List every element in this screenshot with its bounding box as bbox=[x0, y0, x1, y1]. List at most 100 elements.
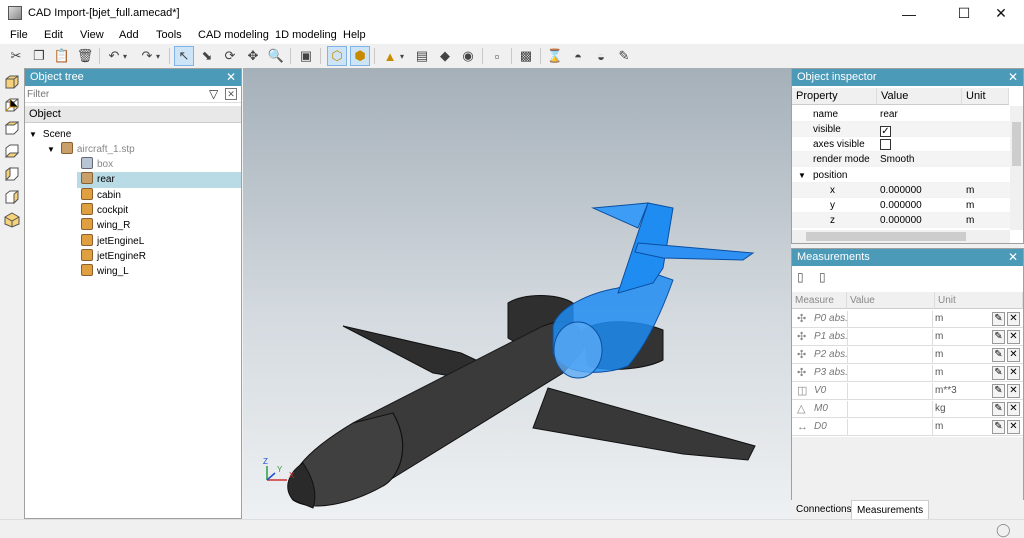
solid-mode-icon[interactable]: ⬡ bbox=[327, 46, 347, 66]
paste-icon[interactable]: 📋 bbox=[52, 46, 72, 66]
tree-item-jet-engine-l[interactable]: jetEngineL bbox=[77, 234, 241, 250]
edit-icon[interactable]: ✎ bbox=[992, 312, 1005, 326]
part-group-icon[interactable]: ◓ bbox=[568, 46, 588, 66]
select-arrow-icon[interactable]: ↖ bbox=[174, 46, 194, 66]
view-left-icon[interactable] bbox=[4, 166, 20, 182]
undo-dropdown-icon[interactable]: ▾ bbox=[120, 46, 130, 66]
menu-help[interactable]: Help bbox=[343, 29, 366, 41]
menu-cad-modeling[interactable]: CAD modeling bbox=[198, 29, 269, 41]
tree-item-cabin[interactable]: cabin bbox=[77, 188, 241, 204]
generate-model-icon[interactable]: ✎ bbox=[614, 46, 634, 66]
prop-value[interactable]: 0.000000 bbox=[880, 198, 922, 213]
delete-icon[interactable]: ✕ bbox=[1007, 420, 1020, 434]
tree-item-box[interactable]: box bbox=[77, 157, 241, 173]
tree-item-rear[interactable]: rear bbox=[77, 172, 241, 188]
rotate-view-icon[interactable]: ⟳ bbox=[220, 46, 240, 66]
edit-icon[interactable]: ✎ bbox=[992, 366, 1005, 380]
redo-dropdown-icon[interactable]: ▾ bbox=[153, 46, 163, 66]
edit-icon[interactable]: ✎ bbox=[992, 384, 1005, 398]
prop-row-y[interactable]: y 0.000000 m bbox=[792, 198, 1010, 213]
delete-icon[interactable]: ✕ bbox=[1007, 384, 1020, 398]
visible-checkbox[interactable]: ✓ bbox=[880, 126, 891, 137]
prop-row-visible[interactable]: visible ✓ bbox=[792, 122, 1010, 137]
measure-value[interactable] bbox=[847, 311, 933, 327]
measure-value[interactable] bbox=[847, 365, 933, 381]
close-icon[interactable]: ✕ bbox=[1008, 249, 1018, 266]
menu-view[interactable]: View bbox=[80, 29, 104, 41]
collapse-icon[interactable]: ▼ bbox=[798, 168, 806, 183]
tree-item-jet-engine-r[interactable]: jetEngineR bbox=[77, 249, 241, 265]
view-iso-icon[interactable] bbox=[4, 212, 20, 228]
edit-icon[interactable]: ✎ bbox=[992, 348, 1005, 362]
view-front-icon[interactable] bbox=[4, 74, 20, 90]
unit-column-header[interactable]: Unit bbox=[962, 88, 1009, 105]
delete-icon[interactable]: ✕ bbox=[1007, 348, 1020, 362]
expand-icon[interactable]: ▼ bbox=[47, 145, 55, 154]
menu-file[interactable]: File bbox=[10, 29, 28, 41]
menu-add[interactable]: Add bbox=[119, 29, 139, 41]
tab-connections[interactable]: Connections bbox=[791, 500, 857, 519]
view-back-icon[interactable] bbox=[4, 97, 20, 113]
view-right-icon[interactable] bbox=[4, 189, 20, 205]
cylinder-icon[interactable]: ◉ bbox=[458, 46, 478, 66]
tree-item-file[interactable]: ▼ aircraft_1.stp bbox=[47, 142, 135, 158]
value-column-header[interactable]: Value bbox=[847, 292, 935, 309]
tree-item-cockpit[interactable]: cockpit bbox=[77, 203, 241, 219]
measure-row-p2[interactable]: ✣ P2 abs. m ✎ ✕ bbox=[792, 347, 1023, 364]
view-top-icon[interactable] bbox=[4, 120, 20, 136]
transform-icon[interactable]: ◆ bbox=[435, 46, 455, 66]
copy-icon[interactable]: ❐ bbox=[29, 46, 49, 66]
measure-row-m0[interactable]: △ M0 kg ✎ ✕ bbox=[792, 401, 1023, 418]
resize-grip-icon[interactable]: ◯ bbox=[996, 522, 1011, 538]
horizontal-scrollbar[interactable] bbox=[792, 230, 1010, 243]
align-icon[interactable]: ▤ bbox=[412, 46, 432, 66]
expand-icon[interactable]: ▼ bbox=[29, 130, 37, 139]
menu-tools[interactable]: Tools bbox=[156, 29, 182, 41]
delete-icon[interactable]: ✕ bbox=[1007, 330, 1020, 344]
add-shape-dropdown-icon[interactable]: ▾ bbox=[397, 46, 407, 66]
delete-icon[interactable]: ✕ bbox=[1007, 366, 1020, 380]
view-bottom-icon[interactable] bbox=[4, 143, 20, 159]
prop-value[interactable]: 0.000000 bbox=[880, 213, 922, 228]
axes-visible-checkbox[interactable] bbox=[880, 139, 891, 150]
assembly-icon[interactable]: ◒ bbox=[591, 46, 611, 66]
delete-icon[interactable]: ✕ bbox=[1007, 312, 1020, 326]
menu-1d-modeling[interactable]: 1D modeling bbox=[275, 29, 337, 41]
prop-row-axes-visible[interactable]: axes visible bbox=[792, 137, 1010, 152]
add-measure-icon[interactable]: ▯ bbox=[797, 270, 804, 284]
prop-row-x[interactable]: x 0.000000 m bbox=[792, 183, 1010, 198]
wing-r-shape[interactable] bbox=[532, 387, 756, 461]
prop-row-name[interactable]: name rear bbox=[792, 107, 1010, 122]
cut-icon[interactable]: ✂ bbox=[6, 46, 26, 66]
pan-view-icon[interactable]: ✥ bbox=[243, 46, 263, 66]
prop-row-z[interactable]: z 0.000000 m bbox=[792, 213, 1010, 228]
measure-column-header[interactable]: Measure bbox=[792, 292, 847, 309]
measure-value[interactable] bbox=[847, 347, 933, 363]
zoom-view-icon[interactable]: 🔍 bbox=[266, 46, 286, 66]
box-select-icon[interactable]: ⬊ bbox=[197, 46, 217, 66]
link-icon[interactable]: ⌛ bbox=[545, 46, 565, 66]
3d-viewport[interactable]: Z Y X bbox=[243, 68, 791, 519]
measure-row-p0[interactable]: ✣ P0 abs. m ✎ ✕ bbox=[792, 311, 1023, 328]
prop-value[interactable]: rear bbox=[880, 107, 898, 122]
prop-value[interactable]: Smooth bbox=[880, 152, 914, 167]
export-icon[interactable]: ▩ bbox=[516, 46, 536, 66]
minimize-button[interactable]: — bbox=[886, 0, 932, 27]
filter-icon[interactable]: ▽ bbox=[209, 87, 218, 101]
remove-measure-icon[interactable]: ▯ bbox=[819, 270, 826, 284]
prop-row-render-mode[interactable]: render mode Smooth bbox=[792, 152, 1010, 167]
measure-value[interactable] bbox=[847, 329, 933, 345]
prop-row-position[interactable]: ▼ position bbox=[792, 168, 1010, 183]
tree-item-wing-l[interactable]: wing_L bbox=[77, 264, 241, 280]
fit-all-icon[interactable]: ▣ bbox=[296, 46, 316, 66]
close-icon[interactable]: ✕ bbox=[226, 69, 236, 86]
wireframe-mode-icon[interactable]: ⬢ bbox=[350, 46, 370, 66]
measure-row-v0[interactable]: ◫ V0 m**3 ✎ ✕ bbox=[792, 383, 1023, 400]
tree-item-wing-r[interactable]: wing_R bbox=[77, 218, 241, 234]
clear-filter-icon[interactable]: ✕ bbox=[225, 88, 237, 100]
edit-icon[interactable]: ✎ bbox=[992, 402, 1005, 416]
menu-edit[interactable]: Edit bbox=[44, 29, 63, 41]
edit-icon[interactable]: ✎ bbox=[992, 420, 1005, 434]
measure-icon[interactable]: ▫ bbox=[487, 46, 507, 66]
measure-row-p1[interactable]: ✣ P1 abs. m ✎ ✕ bbox=[792, 329, 1023, 346]
